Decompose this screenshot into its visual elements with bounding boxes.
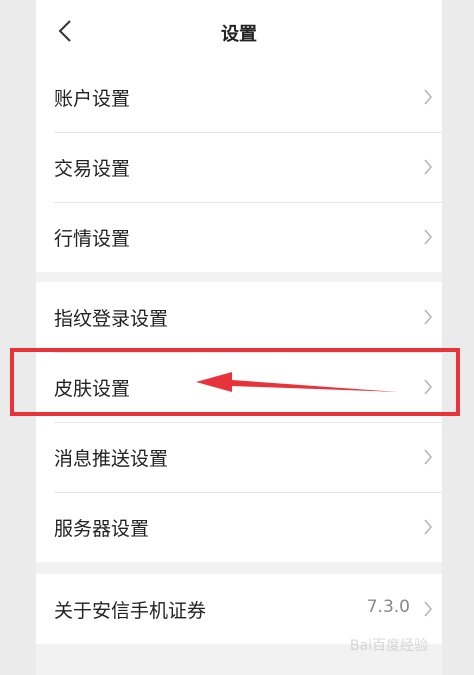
header-bar: 设置 — [36, 0, 442, 62]
page-title: 设置 — [221, 24, 257, 45]
settings-item-push[interactable]: 消息推送设置 — [36, 422, 442, 492]
chevron-right-icon — [424, 601, 433, 617]
settings-item-label: 关于安信手机证券 — [54, 600, 207, 622]
chevron-right-icon — [424, 519, 433, 535]
highlight-box — [10, 348, 460, 416]
chevron-right-icon — [424, 309, 433, 325]
version-value: 7.3.0 — [366, 597, 410, 617]
chevron-right-icon — [424, 449, 433, 465]
settings-group-about: 关于安信手机证券 7.3.0 — [36, 574, 442, 644]
settings-item-label: 指纹登录设置 — [54, 308, 169, 330]
settings-item-account[interactable]: 账户设置 — [36, 62, 442, 132]
settings-item-market[interactable]: 行情设置 — [36, 202, 442, 272]
settings-item-label: 账户设置 — [54, 88, 131, 110]
settings-item-server[interactable]: 服务器设置 — [36, 492, 442, 562]
settings-item-label: 行情设置 — [54, 228, 131, 250]
chevron-right-icon — [424, 159, 433, 175]
settings-item-label: 交易设置 — [54, 158, 131, 180]
settings-item-label: 消息推送设置 — [54, 448, 169, 470]
settings-item-label: 服务器设置 — [54, 518, 150, 540]
settings-item-fingerprint[interactable]: 指纹登录设置 — [36, 282, 442, 352]
settings-item-about[interactable]: 关于安信手机证券 7.3.0 — [36, 574, 442, 644]
settings-group-app: 指纹登录设置 皮肤设置 消息推送设置 服务器设置 — [36, 282, 442, 562]
settings-item-trading[interactable]: 交易设置 — [36, 132, 442, 202]
settings-group-account: 账户设置 交易设置 行情设置 — [36, 62, 442, 272]
chevron-right-icon — [424, 229, 433, 245]
settings-screen: 设置 账户设置 交易设置 行情设置 指纹登录设置 皮肤设置 消息推送设置 服务器… — [36, 0, 442, 675]
chevron-right-icon — [424, 89, 433, 105]
watermark: Bai百度经验 — [349, 638, 428, 654]
